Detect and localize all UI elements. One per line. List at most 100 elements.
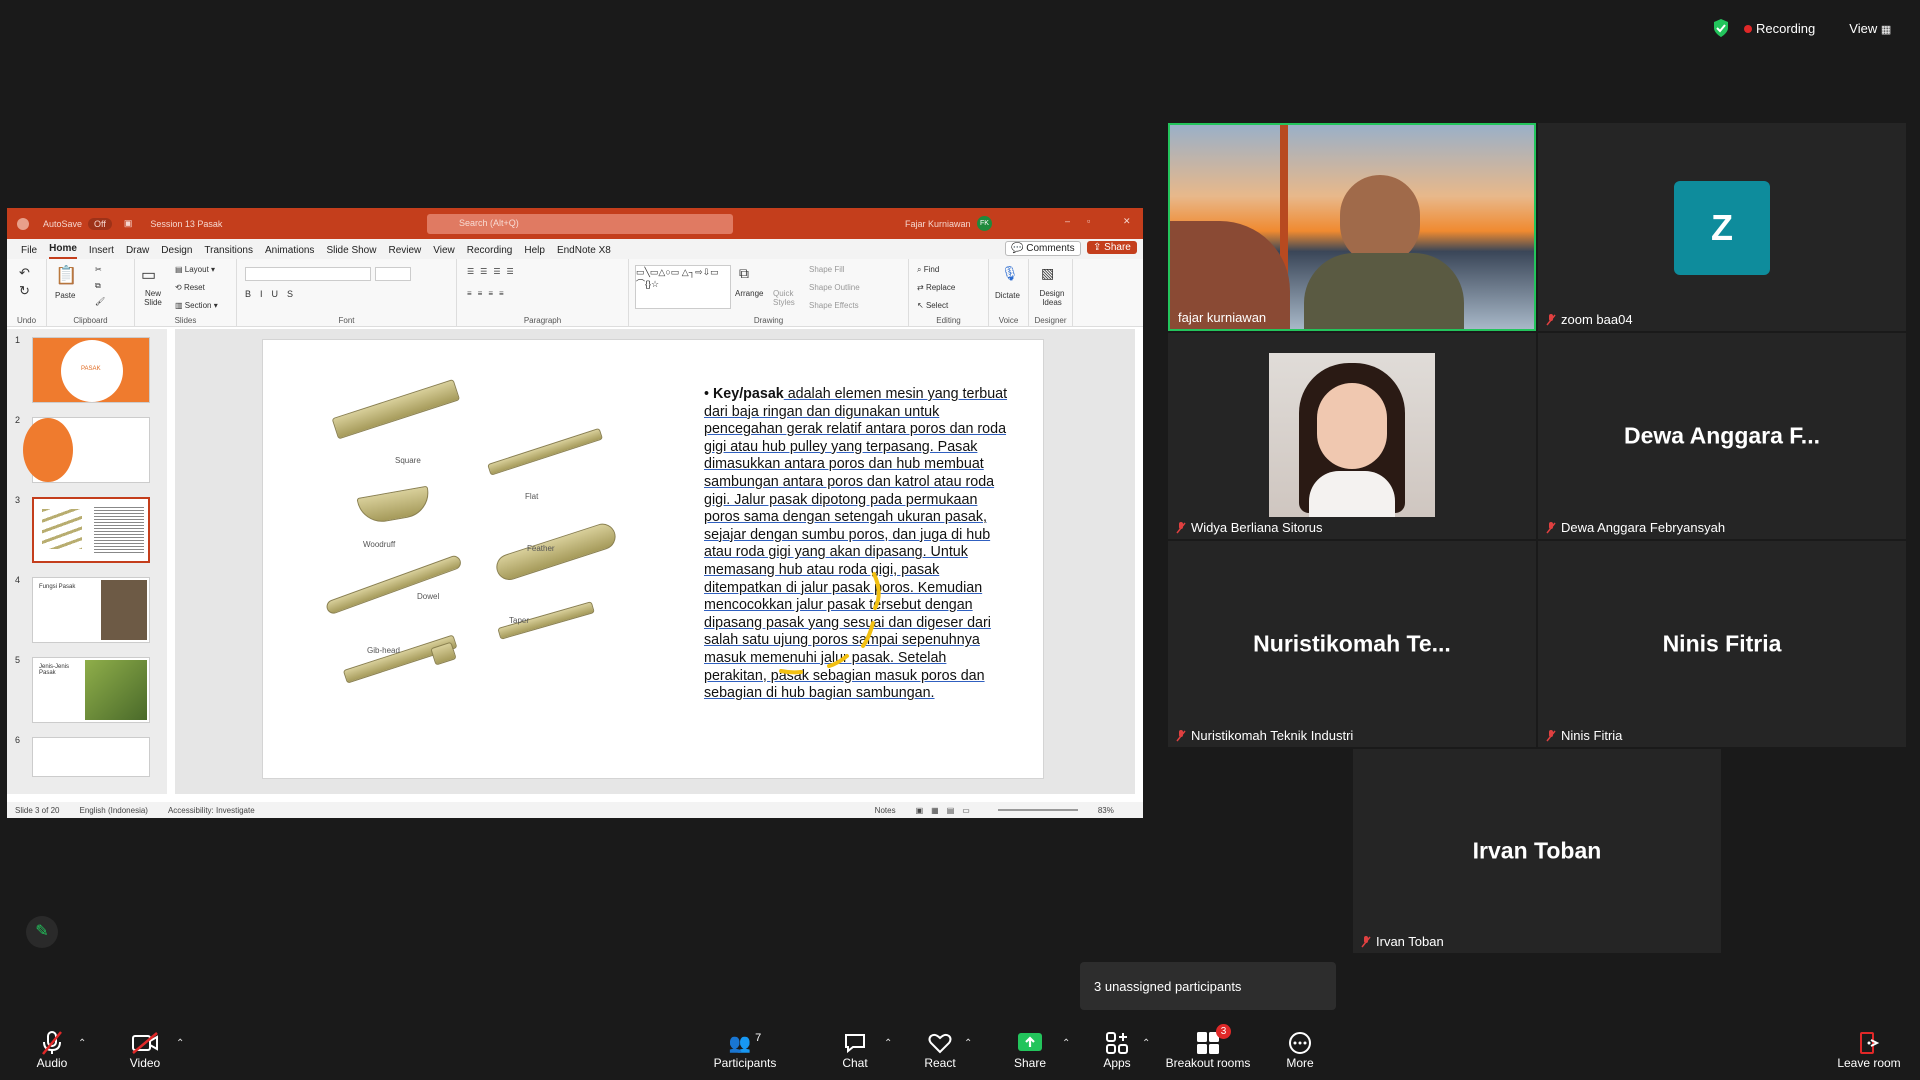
section-label: Section [184, 301, 212, 310]
apps-options-caret-icon[interactable]: ⌃ [1142, 1038, 1150, 1049]
reset-button[interactable]: ⟲ Reset [175, 283, 205, 292]
redo-icon[interactable]: ↻ [19, 283, 30, 299]
menu-design[interactable]: Design [161, 245, 192, 259]
arrange-label[interactable]: Arrange [735, 289, 763, 298]
autosave-label: AutoSave [43, 218, 83, 229]
replace-button[interactable]: ⇄ Replace [917, 283, 955, 292]
apps-button[interactable]: Apps [1072, 1030, 1162, 1070]
slide-thumbnail-6[interactable] [32, 737, 150, 777]
autosave-toggle[interactable]: Off [88, 217, 112, 230]
dictate-label[interactable]: Dictate [995, 291, 1020, 300]
language[interactable]: English (Indonesia) [79, 806, 147, 815]
notes-button[interactable]: Notes [875, 806, 896, 815]
chat-options-caret-icon[interactable]: ⌃ [884, 1038, 892, 1049]
menu-insert[interactable]: Insert [89, 245, 114, 259]
share-button[interactable]: ⇪ Share [1087, 241, 1137, 254]
shape-outline-label[interactable]: Shape Outline [809, 283, 860, 292]
participant-tile[interactable]: Nuristikomah Te... Nuristikomah Teknik I… [1168, 541, 1536, 747]
audio-button[interactable]: Audio [7, 1030, 97, 1070]
menu-endnote[interactable]: EndNote X8 [557, 245, 611, 259]
slide-thumbnail-5[interactable]: Jenis-Jenis Pasak [32, 657, 150, 723]
font-style-buttons[interactable]: BIUS [245, 289, 302, 299]
quick-styles-label[interactable]: Quick Styles [773, 289, 803, 307]
video-button[interactable]: Video [100, 1030, 190, 1070]
font-name-select[interactable] [245, 267, 371, 281]
menu-view[interactable]: View [433, 245, 455, 259]
participant-tile[interactable]: Dewa Anggara F... Dewa Anggara Febryansy… [1538, 333, 1906, 539]
copy-icon[interactable]: ⧉ [95, 281, 101, 291]
paste-label[interactable]: Paste [55, 291, 75, 300]
annotate-pen-icon[interactable]: ✎ [26, 916, 58, 948]
save-icon[interactable]: ▣ [124, 218, 133, 229]
menu-recording[interactable]: Recording [467, 245, 513, 259]
more-button[interactable]: More [1255, 1030, 1345, 1070]
menu-draw[interactable]: Draw [126, 245, 149, 259]
align-buttons[interactable]: ≡≡≡≡ [467, 289, 510, 298]
cut-icon[interactable]: ✂ [95, 265, 102, 274]
menu-transitions[interactable]: Transitions [204, 245, 253, 259]
video-options-caret-icon[interactable]: ⌃ [176, 1038, 184, 1049]
shape-effects-label[interactable]: Shape Effects [809, 301, 859, 310]
find-button[interactable]: ⌕ Find [917, 265, 939, 275]
new-slide-label[interactable]: New Slide [139, 289, 167, 307]
participant-display-name: Nuristikomah Te... [1253, 630, 1451, 657]
design-ideas-label[interactable]: Design Ideas [1035, 289, 1069, 307]
close-icon[interactable]: ✕ [1123, 216, 1131, 227]
slide-thumbnail-4[interactable]: Fungsi Pasak [32, 577, 150, 643]
minimize-icon[interactable]: – [1065, 216, 1070, 226]
menu-review[interactable]: Review [388, 245, 421, 259]
select-button[interactable]: ↖ Select [917, 301, 948, 310]
react-button[interactable]: React [895, 1030, 985, 1070]
user-avatar[interactable]: FK [977, 216, 992, 231]
accessibility-status[interactable]: Accessibility: Investigate [168, 806, 255, 815]
breakout-rooms-button[interactable]: 3 Breakout rooms [1158, 1024, 1258, 1070]
share-screen-button[interactable]: Share [985, 1030, 1075, 1070]
participant-tile[interactable]: Z zoom baa04 [1538, 123, 1906, 331]
layout-button[interactable]: ▤ Layout ▾ [175, 265, 215, 274]
slide-thumbnail-3[interactable] [32, 497, 150, 563]
paste-icon[interactable]: 📋 [55, 265, 77, 286]
current-slide[interactable]: Square Flat Woodruff Feather Dowel Taper… [262, 339, 1044, 779]
participant-tile[interactable]: Widya Berliana Sitorus [1168, 333, 1536, 539]
unassigned-participants-notice[interactable]: 3 unassigned participants [1080, 962, 1336, 1010]
slide-thumbnail-2[interactable] [23, 417, 150, 483]
participant-tile[interactable]: Ninis Fitria Ninis Fitria [1538, 541, 1906, 747]
new-slide-icon[interactable]: ▭ [141, 265, 156, 285]
arrange-icon[interactable]: ⧉ [739, 265, 749, 282]
participant-name: zoom baa04 [1561, 312, 1633, 327]
gib-head-key-label: Gib-head [367, 646, 400, 655]
view-buttons[interactable]: ▣▦▤▭ [916, 806, 978, 815]
design-ideas-icon[interactable]: ▧ [1041, 265, 1054, 282]
more-icon [1289, 1032, 1311, 1054]
comments-button[interactable]: 💬 Comments [1005, 241, 1081, 256]
microphone-icon[interactable]: 🎙 [1001, 265, 1019, 282]
section-button[interactable]: ▥ Section ▾ [175, 301, 218, 310]
font-size-select[interactable] [375, 267, 411, 281]
shapes-gallery[interactable]: ▭╲▭△○▭ △┐⇨⇩▭ ⌒{}☆ [635, 265, 731, 309]
undo-icon[interactable]: ↶ [19, 265, 30, 281]
menu-help[interactable]: Help [524, 245, 545, 259]
file-name[interactable]: Session 13 Pasak [150, 219, 222, 229]
menu-file[interactable]: File [21, 245, 37, 259]
view-button[interactable]: View ▦ [1849, 21, 1891, 36]
participants-button[interactable]: 👥 7 Participants [700, 1030, 790, 1070]
participant-video-tile[interactable]: fajar kurniawan [1168, 123, 1536, 331]
shape-fill-label[interactable]: Shape Fill [809, 265, 845, 274]
menu-animations[interactable]: Animations [265, 245, 314, 259]
slide-thumbnail-1[interactable]: PASAK [32, 337, 150, 403]
menu-slide-show[interactable]: Slide Show [326, 245, 376, 259]
participant-tile[interactable]: Irvan Toban Irvan Toban [1353, 749, 1721, 953]
chat-button[interactable]: Chat [810, 1030, 900, 1070]
list-buttons[interactable]: ☰☰☰☰ [467, 267, 520, 276]
restore-icon[interactable]: ▫ [1087, 216, 1090, 226]
format-painter-icon[interactable]: 🖌 [95, 297, 105, 306]
menu-home[interactable]: Home [49, 243, 77, 259]
zoom-level[interactable]: 83% [1098, 806, 1114, 815]
zoom-slider[interactable] [997, 809, 1078, 811]
leave-room-button[interactable]: Leave room [1824, 1030, 1914, 1070]
ppt-search-input[interactable]: Search (Alt+Q) [427, 214, 733, 234]
recording-indicator[interactable]: Recording [1744, 21, 1815, 36]
react-options-caret-icon[interactable]: ⌃ [964, 1038, 972, 1049]
share-options-caret-icon[interactable]: ⌃ [1062, 1038, 1070, 1049]
audio-options-caret-icon[interactable]: ⌃ [78, 1038, 86, 1049]
